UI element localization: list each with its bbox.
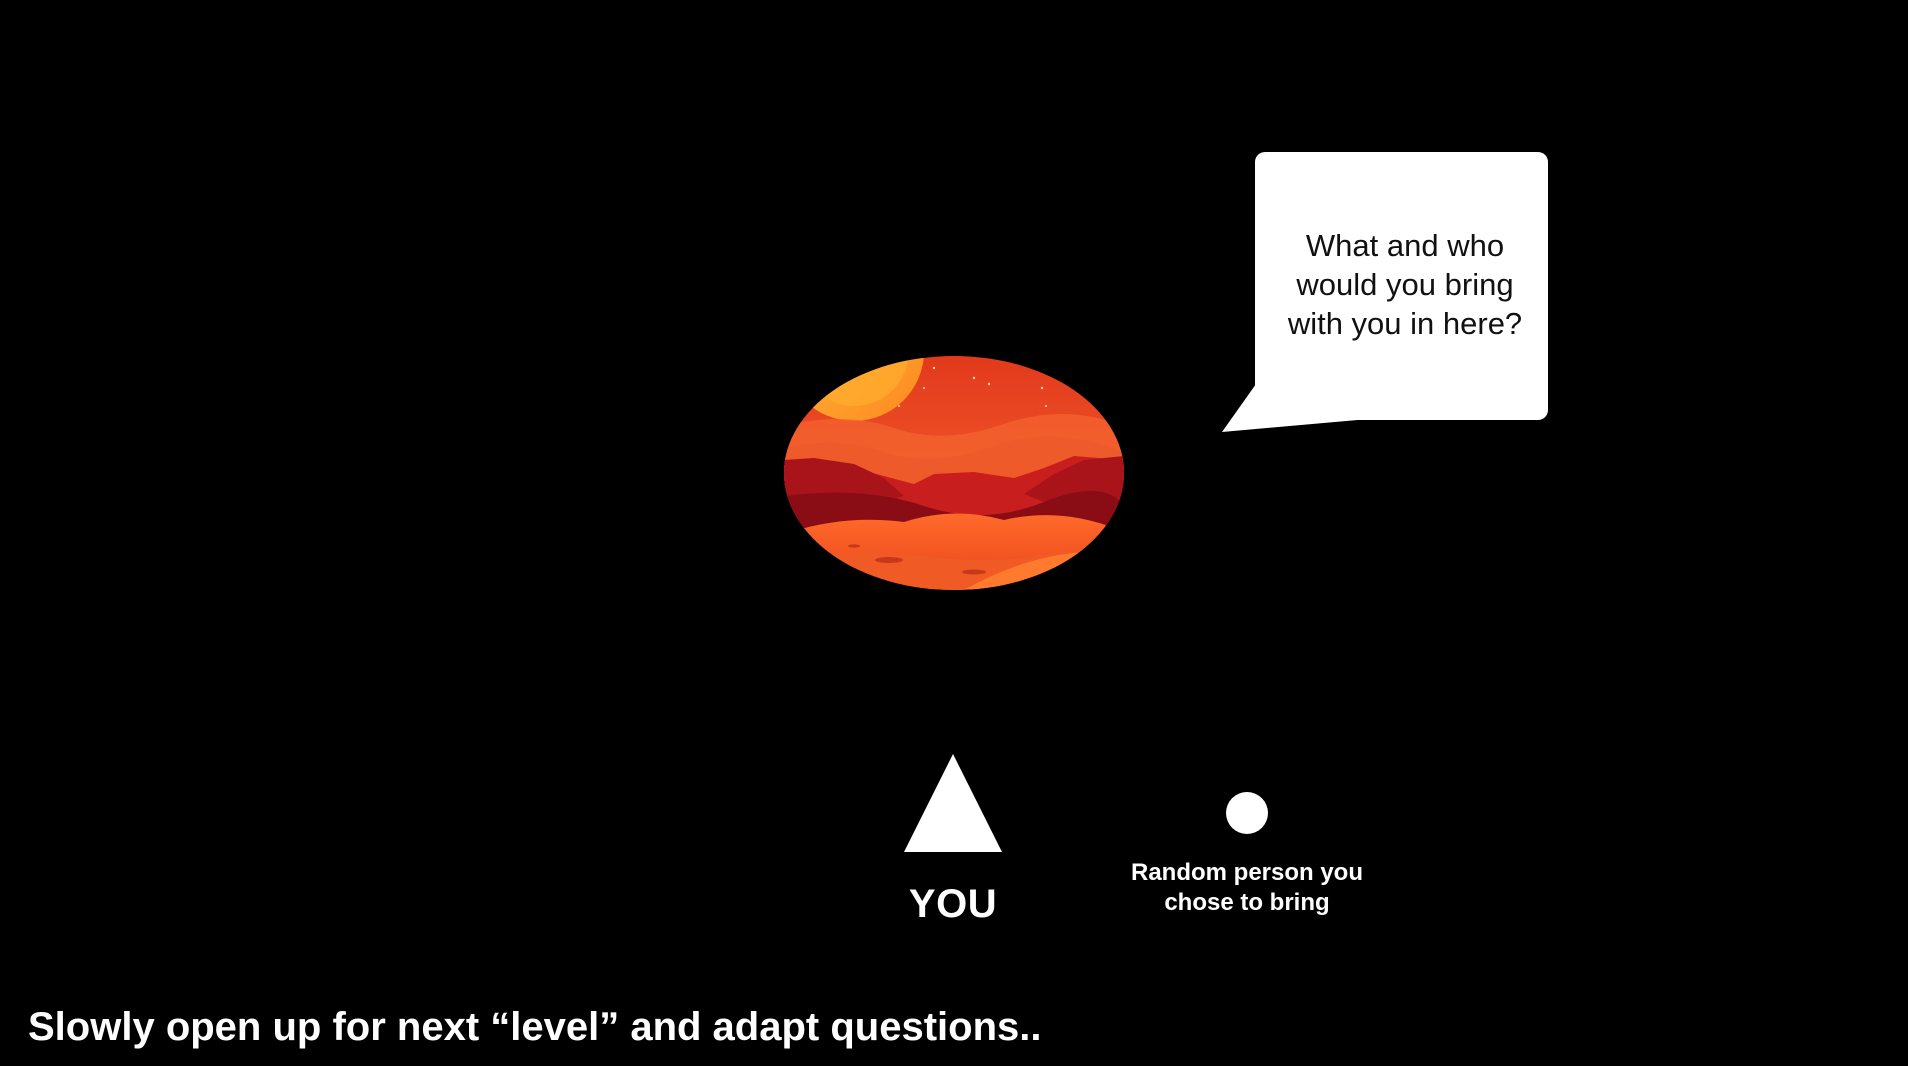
circle-icon bbox=[1225, 791, 1269, 835]
you-label: YOU bbox=[908, 882, 998, 926]
bubble-question-text: What and who would you bring with you in… bbox=[1287, 228, 1523, 341]
mars-landscape-image bbox=[784, 356, 1124, 590]
companion-label: Random person you chose to bring bbox=[1130, 859, 1364, 916]
speech-bubble: What and who would you bring with you in… bbox=[1220, 150, 1550, 436]
mars-landscape-icon bbox=[784, 356, 1124, 590]
triangle-icon bbox=[902, 752, 1004, 854]
slide-canvas: What and who would you bring with you in… bbox=[0, 0, 1908, 1066]
presenter-note: Slowly open up for next “level” and adap… bbox=[28, 1005, 1042, 1049]
